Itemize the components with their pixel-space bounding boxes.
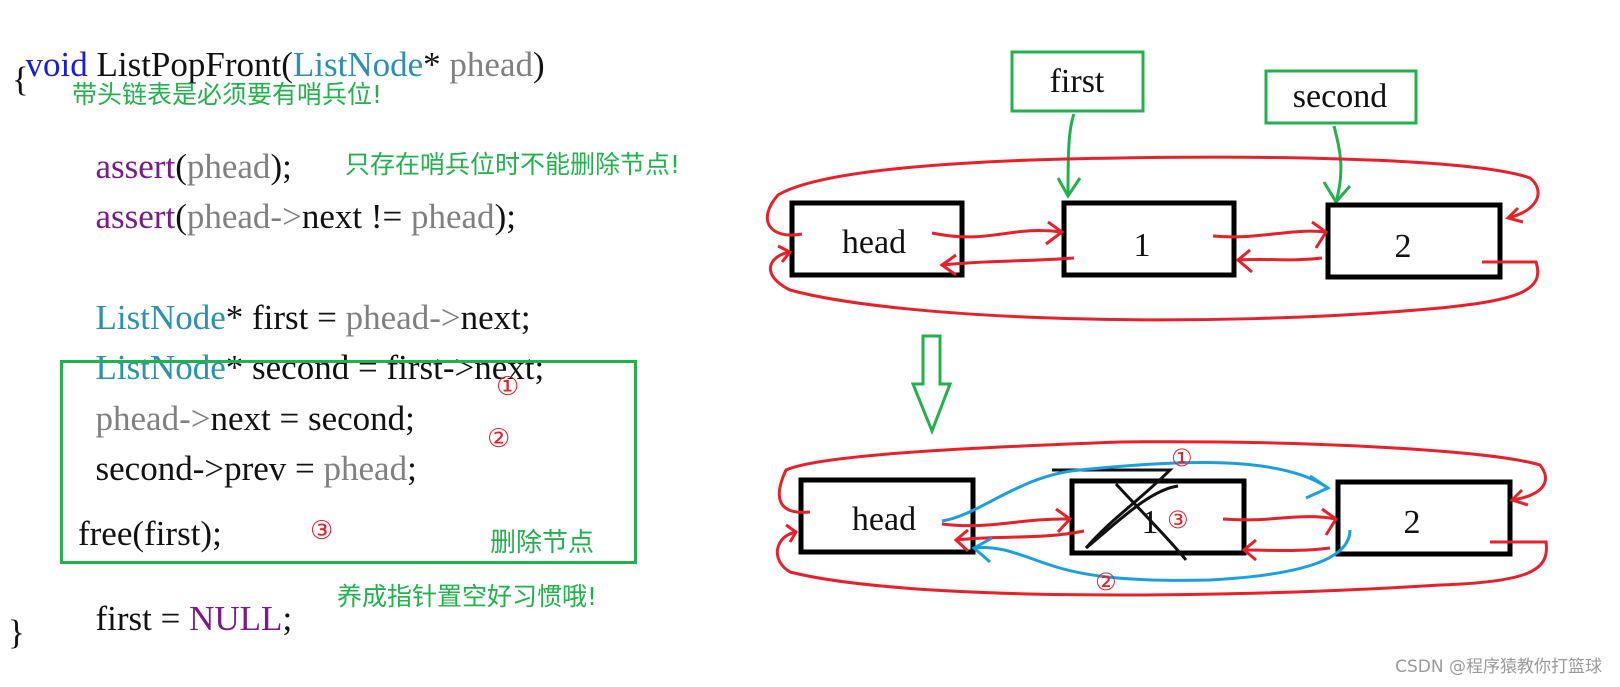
bottom-marker-3: ③ [1167, 506, 1189, 534]
link-2-prev [1237, 256, 1323, 262]
node-label-head: head [842, 224, 906, 261]
link-1-next-arrowhead [1311, 220, 1329, 249]
node-label-2: 2 [1395, 228, 1412, 265]
pointer-label-second: second [1293, 78, 1387, 115]
link-head-next [931, 228, 1063, 239]
node-box-2 [1325, 202, 1503, 280]
transition-down-arrow-icon [910, 334, 953, 436]
pointer-label-first: first [1050, 63, 1105, 100]
link-1-next-old [1222, 515, 1337, 522]
link-1-next [1212, 229, 1327, 239]
pointer-arrow-second [1332, 125, 1343, 203]
pointer-arrow-first [1066, 113, 1076, 197]
bottom-marker-1: ① [1171, 444, 1193, 472]
node-label-head-after: head [852, 501, 916, 538]
link-2-next-loop [768, 250, 1540, 322]
node-label-1: 1 [1134, 227, 1151, 264]
link-head-next-old [941, 517, 1071, 528]
bottom-diagram: head 1 2 ① ② ③ [775, 440, 1548, 597]
watermark: CSDN @程序猿教你打篮球 [1395, 657, 1602, 677]
link-2-next-loop-after [775, 530, 1548, 597]
linked-list-diagram: first second head 1 2 head 1 2 ① ② ③ [765, 50, 1548, 597]
top-diagram: first second head 1 2 [765, 50, 1540, 322]
new-link-2-to-head-arrowhead [971, 536, 993, 564]
link-2-prev-old [1243, 546, 1331, 552]
link-1-next-old-arrowhead [1321, 507, 1339, 536]
node-label-1-deleted: 1 [1142, 504, 1159, 541]
node-box-2-after [1335, 479, 1513, 557]
node-label-2-after: 2 [1404, 504, 1421, 541]
bottom-marker-2: ② [1095, 568, 1117, 596]
link-head-next-arrowhead [1045, 220, 1065, 246]
